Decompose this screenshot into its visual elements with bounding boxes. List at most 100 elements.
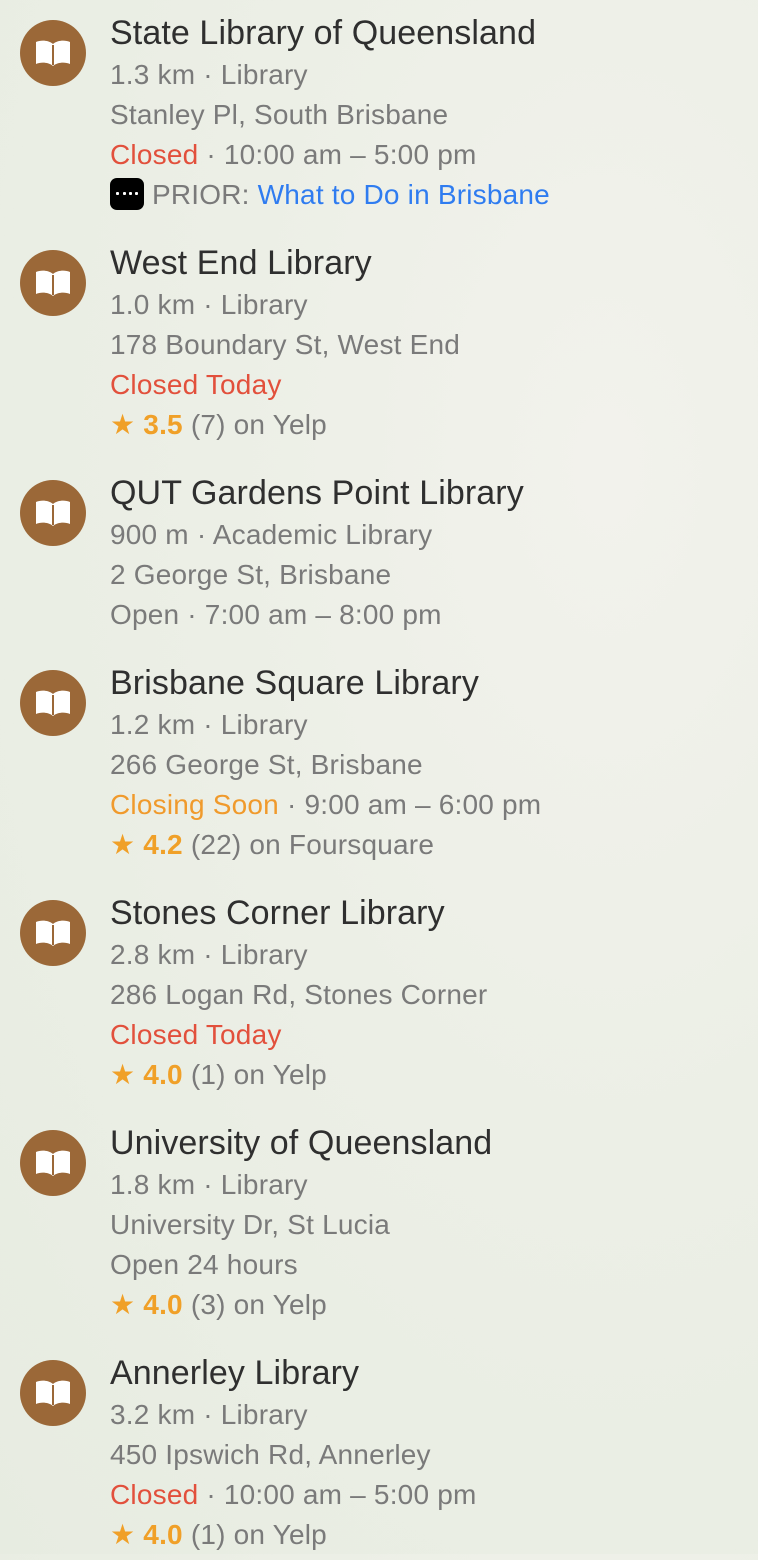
rating-value: 4.2 bbox=[143, 829, 183, 860]
place-meta: 900 m · Academic Library bbox=[110, 517, 432, 553]
guide-row: PRIOR: What to Do in Brisbane bbox=[110, 177, 550, 213]
distance: 1.3 km bbox=[110, 59, 196, 90]
category: Academic Library bbox=[212, 519, 433, 550]
rating-value: 3.5 bbox=[143, 409, 183, 440]
result-item-west-end-library[interactable]: West End Library 1.0 km · Library 178 Bo… bbox=[0, 230, 758, 450]
rating-source: on Yelp bbox=[233, 1289, 327, 1320]
guide-prefix: PRIOR: bbox=[152, 179, 250, 210]
result-item-annerley-library[interactable]: Annerley Library 3.2 km · Library 450 Ip… bbox=[0, 1340, 758, 1560]
review-count: (1) bbox=[190, 1519, 226, 1550]
place-name: West End Library bbox=[110, 244, 372, 282]
place-hours: Open · 7:00 am – 8:00 pm bbox=[110, 597, 442, 633]
result-item-university-of-queensland[interactable]: University of Queensland 1.8 km · Librar… bbox=[0, 1110, 758, 1330]
place-name: QUT Gardens Point Library bbox=[110, 474, 524, 512]
distance: 1.8 km bbox=[110, 1169, 196, 1200]
rating-source: on Yelp bbox=[233, 409, 327, 440]
status-closed: Closed bbox=[110, 1479, 199, 1510]
status-closed-today: Closed Today bbox=[110, 1019, 282, 1050]
result-item-qut-gardens-point-library[interactable]: QUT Gardens Point Library 900 m · Academ… bbox=[0, 460, 758, 680]
place-meta: 2.8 km · Library bbox=[110, 937, 308, 973]
distance: 2.8 km bbox=[110, 939, 196, 970]
place-address: Stanley Pl, South Brisbane bbox=[110, 99, 449, 130]
book-icon bbox=[20, 480, 86, 546]
review-count: (22) bbox=[190, 829, 242, 860]
separator: · bbox=[203, 939, 213, 970]
rating-value: 4.0 bbox=[143, 1289, 183, 1320]
review-count: (7) bbox=[190, 409, 226, 440]
separator: · bbox=[203, 709, 213, 740]
separator: · bbox=[203, 289, 213, 320]
separator: · bbox=[206, 1479, 216, 1510]
category: Library bbox=[220, 939, 308, 970]
result-item-stones-corner-library[interactable]: Stones Corner Library 2.8 km · Library 2… bbox=[0, 880, 758, 1100]
rating-row: ★ 4.0 (1) on Yelp bbox=[110, 1057, 327, 1093]
rating-value: 4.0 bbox=[143, 1519, 183, 1550]
separator: · bbox=[196, 519, 207, 550]
separator: · bbox=[286, 789, 297, 820]
separator: · bbox=[187, 599, 197, 630]
status-open: Open bbox=[110, 599, 180, 630]
search-results-list: State Library of Queensland 1.3 km · Lib… bbox=[0, 0, 758, 1554]
hours: 10:00 am – 5:00 pm bbox=[223, 1479, 477, 1510]
place-name: University of Queensland bbox=[110, 1124, 493, 1162]
rating-row: ★ 3.5 (7) on Yelp bbox=[110, 407, 327, 443]
distance: 900 m bbox=[110, 519, 189, 550]
hours: 7:00 am – 8:00 pm bbox=[204, 599, 442, 630]
guide-publisher-icon bbox=[110, 178, 144, 210]
star-icon: ★ bbox=[110, 409, 136, 440]
place-meta: 3.2 km · Library bbox=[110, 1397, 308, 1433]
rating-row: ★ 4.0 (3) on Yelp bbox=[110, 1287, 327, 1323]
separator: · bbox=[203, 59, 213, 90]
place-meta: 1.8 km · Library bbox=[110, 1167, 308, 1203]
place-name: Stones Corner Library bbox=[110, 894, 445, 932]
place-hours: Closed · 10:00 am – 5:00 pm bbox=[110, 137, 477, 173]
distance: 1.2 km bbox=[110, 709, 196, 740]
place-address: 266 George St, Brisbane bbox=[110, 749, 423, 780]
rating-source: on Foursquare bbox=[249, 829, 435, 860]
status-closed: Closed bbox=[110, 139, 199, 170]
category: Library bbox=[220, 1169, 308, 1200]
book-icon bbox=[20, 250, 86, 316]
category: Library bbox=[220, 59, 308, 90]
place-meta: 1.2 km · Library bbox=[110, 707, 308, 743]
place-address: 450 Ipswich Rd, Annerley bbox=[110, 1439, 431, 1470]
review-count: (3) bbox=[190, 1289, 226, 1320]
rating-row: ★ 4.0 (1) on Yelp bbox=[110, 1517, 327, 1553]
result-item-brisbane-square-library[interactable]: Brisbane Square Library 1.2 km · Library… bbox=[0, 650, 758, 870]
star-icon: ★ bbox=[110, 1519, 136, 1550]
place-hours: Closed · 10:00 am – 5:00 pm bbox=[110, 1477, 477, 1513]
category: Library bbox=[220, 289, 308, 320]
place-hours: Open 24 hours bbox=[110, 1247, 298, 1283]
status-closing-soon: Closing Soon bbox=[110, 789, 279, 820]
star-icon: ★ bbox=[110, 1059, 136, 1090]
rating-row: ★ 4.2 (22) on Foursquare bbox=[110, 827, 434, 863]
separator: · bbox=[203, 1399, 213, 1430]
category: Library bbox=[220, 709, 308, 740]
hours: 9:00 am – 6:00 pm bbox=[304, 789, 542, 820]
separator: · bbox=[206, 139, 216, 170]
separator: · bbox=[203, 1169, 213, 1200]
place-address: 286 Logan Rd, Stones Corner bbox=[110, 979, 488, 1010]
place-hours: Closing Soon · 9:00 am – 6:00 pm bbox=[110, 787, 541, 823]
book-icon bbox=[20, 1360, 86, 1426]
status-open-24-hours: Open 24 hours bbox=[110, 1249, 298, 1280]
place-address: University Dr, St Lucia bbox=[110, 1209, 391, 1240]
place-meta: 1.3 km · Library bbox=[110, 57, 308, 93]
rating-source: on Yelp bbox=[233, 1519, 327, 1550]
book-icon bbox=[20, 670, 86, 736]
place-name: Brisbane Square Library bbox=[110, 664, 479, 702]
distance: 1.0 km bbox=[110, 289, 196, 320]
guide-link[interactable]: What to Do in Brisbane bbox=[258, 179, 550, 210]
star-icon: ★ bbox=[110, 829, 136, 860]
distance: 3.2 km bbox=[110, 1399, 196, 1430]
review-count: (1) bbox=[190, 1059, 226, 1090]
place-hours: Closed Today bbox=[110, 367, 282, 403]
place-name: Annerley Library bbox=[110, 1354, 360, 1392]
rating-source: on Yelp bbox=[233, 1059, 327, 1090]
place-address: 178 Boundary St, West End bbox=[110, 329, 461, 360]
rating-value: 4.0 bbox=[143, 1059, 183, 1090]
book-icon bbox=[20, 20, 86, 86]
status-closed-today: Closed Today bbox=[110, 369, 282, 400]
book-icon bbox=[20, 1130, 86, 1196]
result-item-state-library-of-queensland[interactable]: State Library of Queensland 1.3 km · Lib… bbox=[0, 0, 758, 220]
